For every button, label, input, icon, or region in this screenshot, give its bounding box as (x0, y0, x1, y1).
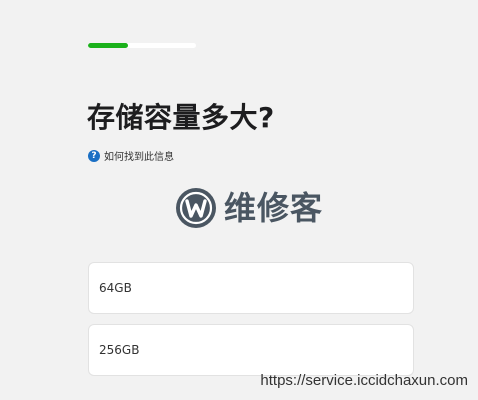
option-label: 256GB (99, 343, 140, 357)
logo-text: 维修客 (224, 189, 324, 227)
capacity-option-256gb[interactable]: 256GB (88, 324, 414, 376)
logo: 维修客 (176, 188, 323, 228)
help-link-label: 如何找到此信息 (104, 152, 174, 163)
capacity-option-64gb[interactable]: 64GB (88, 262, 414, 314)
progress-bar-fill (88, 43, 128, 48)
help-link[interactable]: ? 如何找到此信息 (88, 148, 174, 163)
page-title: 存储容量多大? (87, 101, 275, 134)
w-logo-icon (176, 188, 216, 228)
progress-bar (88, 43, 196, 48)
option-label: 64GB (99, 281, 132, 295)
watermark-url: https://service.iccidchaxun.com (260, 372, 468, 389)
question-circle-icon: ? (88, 149, 100, 162)
